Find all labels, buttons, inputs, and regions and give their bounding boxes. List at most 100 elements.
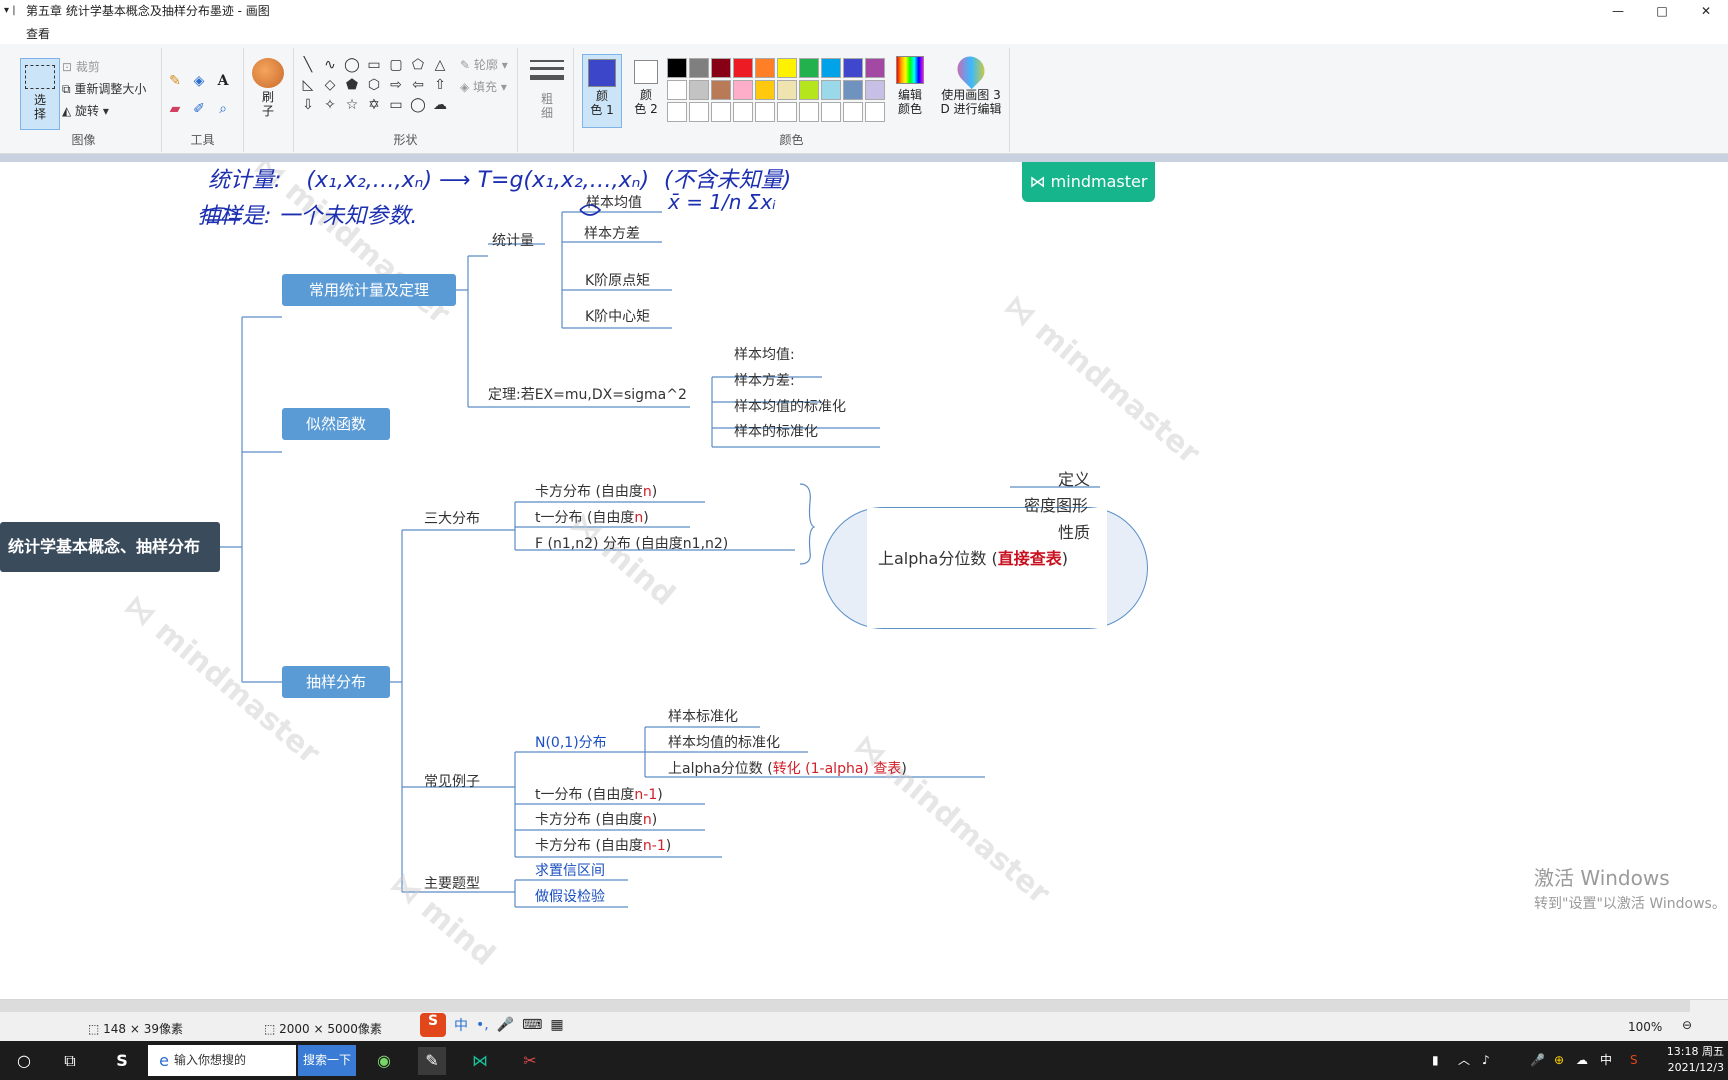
stat-item[interactable]: 样本均值: [586, 192, 642, 212]
theorem-node[interactable]: 定理:若EX=mu,DX=sigma^2: [488, 384, 687, 404]
stat-item[interactable]: 样本方差: [584, 223, 640, 243]
start-icon[interactable]: ○: [10, 1047, 38, 1075]
close-button[interactable]: ✕: [1684, 0, 1728, 22]
oval-shape-icon[interactable]: ◯: [342, 56, 362, 74]
outline-button[interactable]: ✎ 轮廓 ▾: [460, 56, 508, 73]
four-point-star-icon[interactable]: ✧: [320, 96, 340, 114]
palette-swatch[interactable]: [821, 80, 841, 100]
confidence-interval-node[interactable]: 求置信区间: [535, 860, 605, 880]
common-examples-node[interactable]: 常见例子: [424, 771, 480, 791]
left-arrow-shape-icon[interactable]: ⇦: [408, 76, 428, 94]
paint3d-button[interactable]: 使用画图 3 D 进行编辑: [936, 50, 1006, 116]
palette-swatch[interactable]: [733, 58, 753, 78]
five-point-star-icon[interactable]: ☆: [342, 96, 362, 114]
sogou-logo-icon[interactable]: S: [420, 1013, 446, 1037]
hexagon-shape-icon[interactable]: ⬡: [364, 76, 384, 94]
fill-bucket-icon[interactable]: ◈: [190, 72, 208, 90]
ime-menu[interactable]: ▦: [550, 1017, 563, 1033]
palette-swatch[interactable]: [843, 102, 863, 122]
palette-swatch[interactable]: [777, 58, 797, 78]
network-icon[interactable]: ☁: [1576, 1041, 1588, 1080]
rounded-rect-shape-icon[interactable]: ▢: [386, 56, 406, 74]
crop-button[interactable]: ⊡ 裁剪: [62, 58, 100, 75]
theorem-item[interactable]: 样本均值:: [734, 344, 795, 364]
task-view-icon[interactable]: ⧉: [56, 1047, 84, 1075]
palette-swatch[interactable]: [689, 58, 709, 78]
t-n1-node[interactable]: t一分布 (自由度n-1): [535, 784, 663, 804]
palette-swatch[interactable]: [733, 102, 753, 122]
palette-swatch[interactable]: [799, 58, 819, 78]
brush-button[interactable]: 刷 子: [250, 58, 286, 118]
palette-swatch[interactable]: [689, 80, 709, 100]
root-node[interactable]: 统计学基本概念、抽样分布: [0, 522, 220, 572]
resize-button[interactable]: ⧉ 重新调整大小: [62, 80, 146, 97]
maximize-button[interactable]: □: [1640, 0, 1684, 22]
app-s-icon[interactable]: S: [108, 1047, 136, 1075]
ime-voice[interactable]: 🎤: [497, 1017, 514, 1033]
sogou-tray-icon[interactable]: S: [1630, 1041, 1638, 1080]
chi-n-node[interactable]: 卡方分布 (自由度n): [535, 809, 657, 829]
snip-icon[interactable]: ✂: [516, 1047, 544, 1075]
volume-icon[interactable]: ♪: [1482, 1041, 1490, 1080]
stat-item[interactable]: K阶中心矩: [585, 306, 650, 326]
palette-swatch[interactable]: [777, 80, 797, 100]
right-triangle-shape-icon[interactable]: ◺: [298, 76, 318, 94]
palette-swatch[interactable]: [667, 102, 687, 122]
pencil-icon[interactable]: ✎: [166, 72, 184, 90]
branch-sampling-distribution[interactable]: 抽样分布: [282, 666, 390, 698]
palette-swatch[interactable]: [755, 58, 775, 78]
palette-swatch[interactable]: [733, 80, 753, 100]
branch-common-statistics[interactable]: 常用统计量及定理: [282, 274, 456, 306]
pentagon-shape-icon[interactable]: ⬟: [342, 76, 362, 94]
palette-swatch[interactable]: [667, 58, 687, 78]
normal-dist-node[interactable]: N(0,1)分布: [535, 732, 607, 752]
tray-lang[interactable]: 中: [1600, 1041, 1612, 1080]
palette-swatch[interactable]: [821, 102, 841, 122]
palette-swatch[interactable]: [711, 80, 731, 100]
theorem-item[interactable]: 样本方差:: [734, 370, 795, 390]
theorem-item[interactable]: 样本均值的标准化: [734, 396, 846, 416]
mindmaster-badge[interactable]: ⋈ mindmaster: [1022, 162, 1155, 202]
up-arrow-shape-icon[interactable]: ⇧: [430, 76, 450, 94]
palette-swatch[interactable]: [777, 102, 797, 122]
summary-definition[interactable]: 定义: [1058, 466, 1090, 490]
taskbar-search-button[interactable]: 搜索一下: [298, 1045, 356, 1076]
browser-icon[interactable]: ◉: [370, 1047, 398, 1075]
zoom-out-button[interactable]: ⊖: [1682, 1018, 1692, 1032]
color2-button[interactable]: 颜 色 2: [626, 54, 666, 128]
chi-n1-node[interactable]: 卡方分布 (自由度n-1): [535, 835, 671, 855]
color-picker-icon[interactable]: ✐: [190, 100, 208, 118]
curve-shape-icon[interactable]: ∿: [320, 56, 340, 74]
minimize-button[interactable]: —: [1596, 0, 1640, 22]
magnifier-icon[interactable]: ⌕: [214, 100, 232, 118]
three-distributions-node[interactable]: 三大分布: [424, 508, 480, 528]
ime-punct[interactable]: •,: [476, 1017, 489, 1033]
summary-alpha-quantile[interactable]: 上alpha分位数 (直接查表): [878, 545, 1068, 569]
palette-swatch[interactable]: [667, 80, 687, 100]
size-button[interactable]: 粗 细: [530, 58, 564, 120]
palette-swatch[interactable]: [799, 80, 819, 100]
normal-item[interactable]: 样本均值的标准化: [668, 732, 780, 752]
theorem-item[interactable]: 样本的标准化: [734, 421, 818, 441]
tray-app-icon[interactable]: ⊕: [1554, 1041, 1564, 1080]
palette-swatch[interactable]: [865, 80, 885, 100]
color-palette[interactable]: [667, 58, 885, 122]
edit-colors-button[interactable]: 编辑 颜色: [890, 56, 930, 116]
normal-item[interactable]: 样本标准化: [668, 706, 738, 726]
text-tool-icon[interactable]: A: [214, 72, 232, 90]
normal-item[interactable]: 上alpha分位数 (转化 (1-alpha) 查表): [668, 758, 907, 778]
palette-swatch[interactable]: [711, 58, 731, 78]
palette-swatch[interactable]: [755, 102, 775, 122]
palette-swatch[interactable]: [865, 102, 885, 122]
select-button[interactable]: 选 择: [20, 58, 60, 130]
mindmaster-icon[interactable]: ⋈: [466, 1047, 494, 1075]
eraser-icon[interactable]: ▰: [166, 100, 184, 118]
summary-density[interactable]: 密度图形: [1024, 492, 1088, 516]
clock[interactable]: 13:18 周五 2021/12/3: [1667, 1044, 1724, 1076]
down-arrow-shape-icon[interactable]: ⇩: [298, 96, 318, 114]
polygon-shape-icon[interactable]: ⬠: [408, 56, 428, 74]
drawing-canvas[interactable]: ⋈ mindmaster ⋈ mindmaster ⋈ mindmaster ⋈…: [0, 162, 1728, 999]
palette-swatch[interactable]: [843, 58, 863, 78]
palette-swatch[interactable]: [755, 80, 775, 100]
ime-toolbar[interactable]: S 中 •, 🎤 ⌨ ▦: [420, 1012, 564, 1038]
